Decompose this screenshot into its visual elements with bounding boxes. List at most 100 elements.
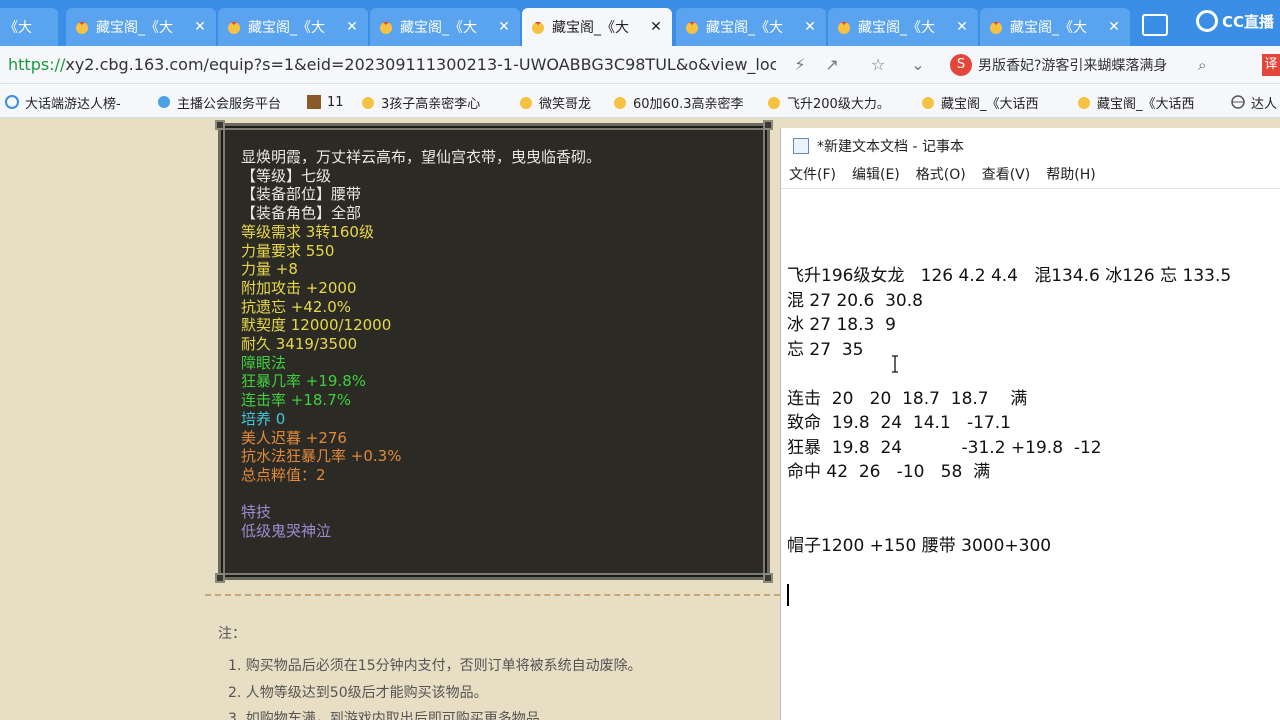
equipment-attribute-line: 抗水法狂暴几率 +0.3% <box>241 447 402 466</box>
browser-tab-bar: 《大 藏宝阁_《大 ✕ 藏宝阁_《大 ✕ 藏宝阁_《大 ✕ 藏宝阁_《大 ✕ 藏… <box>0 0 1280 46</box>
menu-format[interactable]: 格式(O) <box>916 164 966 188</box>
tab-close-icon[interactable]: ✕ <box>344 19 360 35</box>
chevron-down-icon[interactable]: ⌄ <box>908 55 928 75</box>
chicken-favicon-icon <box>228 22 240 34</box>
page-content: 显焕明霞，万丈祥云高布，望仙宫衣带，曳曳临香砌。 【等级】七级 【装备部位】腰带 【装… <box>0 118 780 720</box>
chicken-favicon-icon <box>76 22 88 34</box>
equipment-attribute-line: 障眼法 <box>241 353 287 372</box>
browser-tab[interactable]: 藏宝阁_《大 ✕ <box>980 8 1130 46</box>
equipment-attribute-line: 默契度 12000/12000 <box>241 316 392 335</box>
tab-label: 藏宝阁_《大 <box>400 20 477 36</box>
bookmark-item[interactable]: 微笑哥龙 <box>518 93 592 112</box>
bookmarks-bar: 大话端游达人榜- 主播公会服务平台 11 3孩子高亲密李心 微笑哥龙 60加60… <box>0 84 1280 118</box>
notes-title: 注： <box>218 626 246 642</box>
dashed-divider <box>205 594 780 596</box>
bookmark-label: 藏宝阁_《大话西 <box>1097 96 1195 112</box>
tab-label: 藏宝阁_《大 <box>1010 20 1087 36</box>
tab-label: 藏宝阁_《大 <box>858 20 935 36</box>
tab-close-icon[interactable]: ✕ <box>192 19 208 35</box>
bookmark-item[interactable]: 3孩子高亲密李心 <box>360 93 480 112</box>
chicken-favicon-icon <box>614 97 626 109</box>
search-icon[interactable]: ⌕ <box>1198 56 1218 74</box>
search-box[interactable]: S 男版香妃?游客引来蝴蝶落满身 ⌕ <box>950 52 1250 78</box>
chicken-favicon-icon <box>520 97 532 109</box>
equipment-attribute-line: 美人迟暮 +276 <box>241 428 347 447</box>
text-caret <box>787 584 789 606</box>
bookmark-item[interactable]: 藏宝阁_《大话西 <box>920 93 1039 112</box>
bookmark-item[interactable]: 60加60.3高亲密李 <box>612 93 744 112</box>
equipment-attribute-line: 【装备部位】腰带 <box>241 185 362 204</box>
menu-file[interactable]: 文件(F) <box>789 164 836 188</box>
text-cursor-icon <box>892 355 898 373</box>
equipment-attribute-line <box>241 485 601 504</box>
notes-item: 2. 人物等级达到50级后才能购买该物品。 <box>228 684 488 701</box>
frame-corner <box>763 573 773 583</box>
chicken-favicon-icon <box>768 97 780 109</box>
tab-close-icon[interactable]: ✕ <box>1106 19 1122 35</box>
equipment-attribute-line: 等级需求 3转160级 <box>241 222 374 241</box>
new-tab-button[interactable] <box>1142 14 1168 36</box>
bookmark-label: 大话端游达人榜- <box>25 96 121 112</box>
cloud-favicon-icon <box>158 96 170 108</box>
star-bookmark-icon[interactable]: ☆ <box>868 55 888 75</box>
bookmark-label: 微笑哥龙 <box>539 96 592 112</box>
browser-tab[interactable]: 《大 <box>0 8 58 46</box>
game-favicon-icon <box>307 95 321 109</box>
bookmark-item[interactable]: 大话端游达人榜- <box>4 93 121 112</box>
equipment-attribute-line: 力量 +8 <box>241 260 298 279</box>
chicken-favicon-icon <box>532 22 544 34</box>
browser-tab[interactable]: 藏宝阁_《大 ✕ <box>370 8 520 46</box>
menu-edit[interactable]: 编辑(E) <box>852 164 900 188</box>
search-engine-icon: S <box>950 54 972 76</box>
equipment-attribute-line: 总点粹值：2 <box>241 465 326 484</box>
notepad-line: 忘 27 35 <box>787 339 864 360</box>
equipment-attribute-line: 附加攻击 +2000 <box>241 278 357 297</box>
bookmark-label: 主播公会服务平台 <box>177 96 282 112</box>
notepad-text-area[interactable]: 飞升196级女龙 126 4.2 4.4 混134.6 冰126 忘 133.5… <box>787 264 1231 558</box>
brand-badge[interactable]: CC直播 <box>1196 8 1280 34</box>
share-icon[interactable]: ↗ <box>822 55 842 75</box>
browser-tab[interactable]: 藏宝阁_《大 ✕ <box>66 8 216 46</box>
browser-tab[interactable]: 藏宝阁_《大 ✕ <box>676 8 826 46</box>
equipment-tooltip: 显焕明霞，万丈祥云高布，望仙宫衣带，曳曳临香砌。 【等级】七级 【装备部位】腰带 【装… <box>215 120 773 583</box>
equipment-attribute-line: 连击率 +18.7% <box>241 391 351 410</box>
browser-tab-active[interactable]: 藏宝阁_《大 ✕ <box>522 8 672 46</box>
notepad-line: 冰 27 18.3 9 <box>787 315 896 335</box>
url-field[interactable]: https://xy2.cbg.163.com/equip?s=1&eid=20… <box>8 55 776 74</box>
bookmark-item[interactable]: 藏宝阁_《大话西 <box>1076 93 1195 112</box>
notepad-line: 连击 20 20 18.7 18.7 满 <box>787 388 1028 409</box>
translate-extension-icon[interactable]: 译 <box>1262 54 1280 76</box>
bookmark-item[interactable]: 飞升200级大力。 <box>766 93 890 112</box>
tab-close-icon[interactable]: ✕ <box>954 19 970 35</box>
equipment-attributes: 显焕明霞，万丈祥云高布，望仙宫衣带，曳曳临香砌。 【等级】七级 【装备部位】腰带 【装… <box>241 148 601 541</box>
tab-close-icon[interactable]: ✕ <box>496 19 512 35</box>
bookmark-favicon-icon <box>5 95 19 109</box>
brand-label: CC直播 <box>1222 12 1275 31</box>
chicken-favicon-icon <box>362 97 374 109</box>
bookmark-item[interactable]: 主播公会服务平台 <box>156 93 282 112</box>
browser-tab[interactable]: 藏宝阁_《大 ✕ <box>218 8 368 46</box>
search-suggestion: 男版香妃?游客引来蝴蝶落满身 <box>978 58 1168 74</box>
notepad-window: *新建文本文档 - 记事本 文件(F) 编辑(E) 格式(O) 查看(V) 帮助… <box>780 128 1280 720</box>
menu-help[interactable]: 帮助(H) <box>1046 164 1095 188</box>
equipment-attribute-line: 狂暴几率 +19.8% <box>241 372 366 391</box>
equipment-attribute-line: 抗遗忘 +42.0% <box>241 297 351 316</box>
equipment-attribute-line: 力量要求 550 <box>241 241 335 260</box>
menu-view[interactable]: 查看(V) <box>982 164 1031 188</box>
bookmark-label: 60加60.3高亲密李 <box>633 96 744 112</box>
chicken-favicon-icon <box>1078 97 1090 109</box>
bookmark-label: 藏宝阁_《大话西 <box>941 96 1039 112</box>
cc-logo-icon <box>1196 10 1218 32</box>
notepad-title-bar[interactable]: *新建文本文档 - 记事本 <box>781 128 1280 164</box>
tab-close-icon[interactable]: ✕ <box>648 19 664 35</box>
chicken-favicon-icon <box>838 22 850 34</box>
chicken-favicon-icon <box>922 97 934 109</box>
lightning-icon[interactable]: ⚡ <box>790 55 810 75</box>
tab-label: 藏宝阁_《大 <box>552 20 629 36</box>
tab-close-icon[interactable]: ✕ <box>802 19 818 35</box>
address-bar: https://xy2.cbg.163.com/equip?s=1&eid=20… <box>0 46 1280 84</box>
bookmark-item[interactable]: 达人 <box>1230 93 1277 112</box>
frame-corner <box>215 120 225 130</box>
browser-tab[interactable]: 藏宝阁_《大 ✕ <box>828 8 978 46</box>
bookmark-item[interactable]: 11 <box>306 93 344 111</box>
